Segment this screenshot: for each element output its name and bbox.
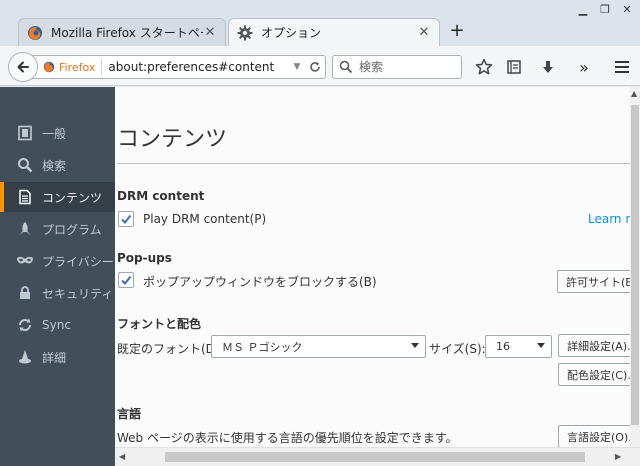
url-bar[interactable]: Firefox about:preferences#content ▼: [30, 55, 326, 79]
back-arrow-icon: [17, 61, 29, 73]
sidebar-item-label: 詳細: [42, 350, 67, 365]
bookmark-star-icon[interactable]: [474, 58, 494, 76]
chevron-down-icon: [411, 343, 419, 348]
sidebar-item-label: Sync: [42, 318, 71, 332]
sidebar-item-label: プライバシー: [42, 254, 114, 269]
sidebar-item-label: コンテンツ: [42, 190, 103, 205]
popups-heading: Pop-ups: [117, 251, 172, 265]
font-size-value: 16: [496, 340, 510, 353]
page-title: コンテンツ: [117, 127, 228, 152]
sidebar-item-applications[interactable]: プログラム: [0, 214, 115, 244]
new-tab-button[interactable]: +: [446, 20, 468, 41]
url-dropdown-icon[interactable]: ▼: [289, 62, 305, 72]
sidebar-item-general[interactable]: 一般: [0, 118, 115, 148]
scroll-right-icon[interactable]: ▶: [615, 452, 621, 461]
hamburger-menu-icon[interactable]: [612, 58, 632, 76]
tab-label: Mozilla Firefox スタートページ: [51, 26, 203, 40]
checkmark-icon: [121, 214, 132, 225]
font-advanced-button[interactable]: 詳細設定(A)...: [558, 334, 630, 357]
choose-languages-button[interactable]: 言語設定(O)...: [558, 425, 630, 447]
sidebar-item-label: 検索: [42, 158, 67, 173]
drm-heading: DRM content: [117, 189, 205, 203]
search-input[interactable]: [359, 60, 455, 74]
horizontal-scroll-thumb[interactable]: [165, 452, 585, 462]
tab-strip: ▁ ❐ ✕ Mozilla Firefox スタートページ ✕ オプション ✕ …: [0, 0, 640, 46]
close-tab-icon[interactable]: ✕: [417, 25, 431, 40]
general-icon: [16, 124, 34, 142]
sync-icon: [16, 316, 34, 334]
back-button[interactable]: [8, 52, 38, 82]
languages-description: Web ページの表示に使用する言語の優先順位を設定できます。: [117, 431, 458, 445]
download-icon[interactable]: [538, 58, 558, 76]
checkmark-icon: [121, 275, 132, 286]
navigation-toolbar: Firefox about:preferences#content ▼ »: [0, 46, 640, 86]
reload-icon[interactable]: [305, 61, 325, 73]
drm-checkbox[interactable]: [118, 211, 134, 227]
firefox-icon: [27, 25, 43, 41]
drm-checkbox-label[interactable]: Play DRM content(P): [143, 212, 266, 226]
horizontal-scrollbar[interactable]: ◀ ▶: [115, 447, 640, 466]
identity-label: Firefox: [59, 60, 96, 74]
title-divider: [117, 163, 630, 164]
sidebar-item-search[interactable]: 検索: [0, 150, 115, 180]
languages-heading: 言語: [117, 407, 142, 421]
preferences-content: コンテンツ DRM content Play DRM content(P) Le…: [115, 87, 630, 447]
identity-box[interactable]: Firefox: [43, 59, 103, 75]
default-font-select[interactable]: ＭＳ Ｐゴシック: [211, 335, 426, 358]
tab-options[interactable]: オプション ✕: [228, 18, 440, 46]
close-tab-icon[interactable]: ✕: [203, 25, 217, 40]
url-text[interactable]: about:preferences#content: [102, 60, 289, 74]
sidebar-item-advanced[interactable]: 詳細: [0, 342, 115, 372]
sidebar-item-privacy[interactable]: プライバシー: [0, 246, 115, 276]
security-lock-icon: [16, 284, 34, 302]
close-window-button[interactable]: ✕: [614, 0, 640, 18]
gear-icon: [237, 25, 253, 41]
font-size-select[interactable]: 16: [485, 335, 552, 358]
preferences-sidebar: 一般 検索 コンテンツ プログラム プライバシー セキュリティ Sync 詳細: [0, 87, 115, 466]
tab-start-page[interactable]: Mozilla Firefox スタートページ ✕: [18, 18, 226, 46]
colors-button[interactable]: 配色設定(C)...: [558, 363, 630, 386]
sidebar-item-content[interactable]: コンテンツ: [0, 182, 115, 212]
default-font-value: ＭＳ Ｐゴシック: [222, 340, 303, 354]
privacy-mask-icon: [16, 252, 34, 270]
content-icon: [16, 188, 34, 206]
sidebar-item-security[interactable]: セキュリティ: [0, 278, 115, 308]
vertical-scroll-thumb[interactable]: [631, 105, 639, 425]
sidebar-item-label: セキュリティ: [42, 286, 114, 301]
sidebar-item-sync[interactable]: Sync: [0, 310, 115, 340]
default-font-label: 既定のフォント(D):: [117, 342, 224, 356]
search-icon: [339, 60, 353, 74]
drm-learn-more-link[interactable]: Learn more: [588, 212, 630, 226]
search-icon: [16, 156, 34, 174]
sidebar-item-label: 一般: [42, 126, 67, 141]
search-bar[interactable]: [332, 55, 462, 79]
popups-checkbox-label[interactable]: ポップアップウィンドウをブロックする(B): [143, 273, 377, 290]
firefox-icon: [43, 61, 55, 73]
vertical-scrollbar[interactable]: ▲: [630, 87, 640, 447]
tab-label: オプション: [261, 26, 322, 40]
applications-icon: [16, 220, 34, 238]
sidebar-item-label: プログラム: [42, 222, 102, 237]
bookmarks-menu-icon[interactable]: [504, 58, 524, 76]
scroll-left-icon[interactable]: ◀: [119, 452, 125, 461]
popup-exceptions-button[interactable]: 許可サイト(E)...: [557, 270, 630, 293]
fonts-heading: フォントと配色: [117, 317, 202, 331]
chevron-down-icon: [537, 343, 545, 348]
more-tools-icon[interactable]: »: [574, 58, 594, 77]
font-size-label: サイズ(S):: [429, 342, 486, 356]
popups-checkbox[interactable]: [118, 272, 134, 288]
advanced-wizard-icon: [16, 348, 34, 366]
scroll-up-icon[interactable]: ▲: [631, 89, 637, 98]
